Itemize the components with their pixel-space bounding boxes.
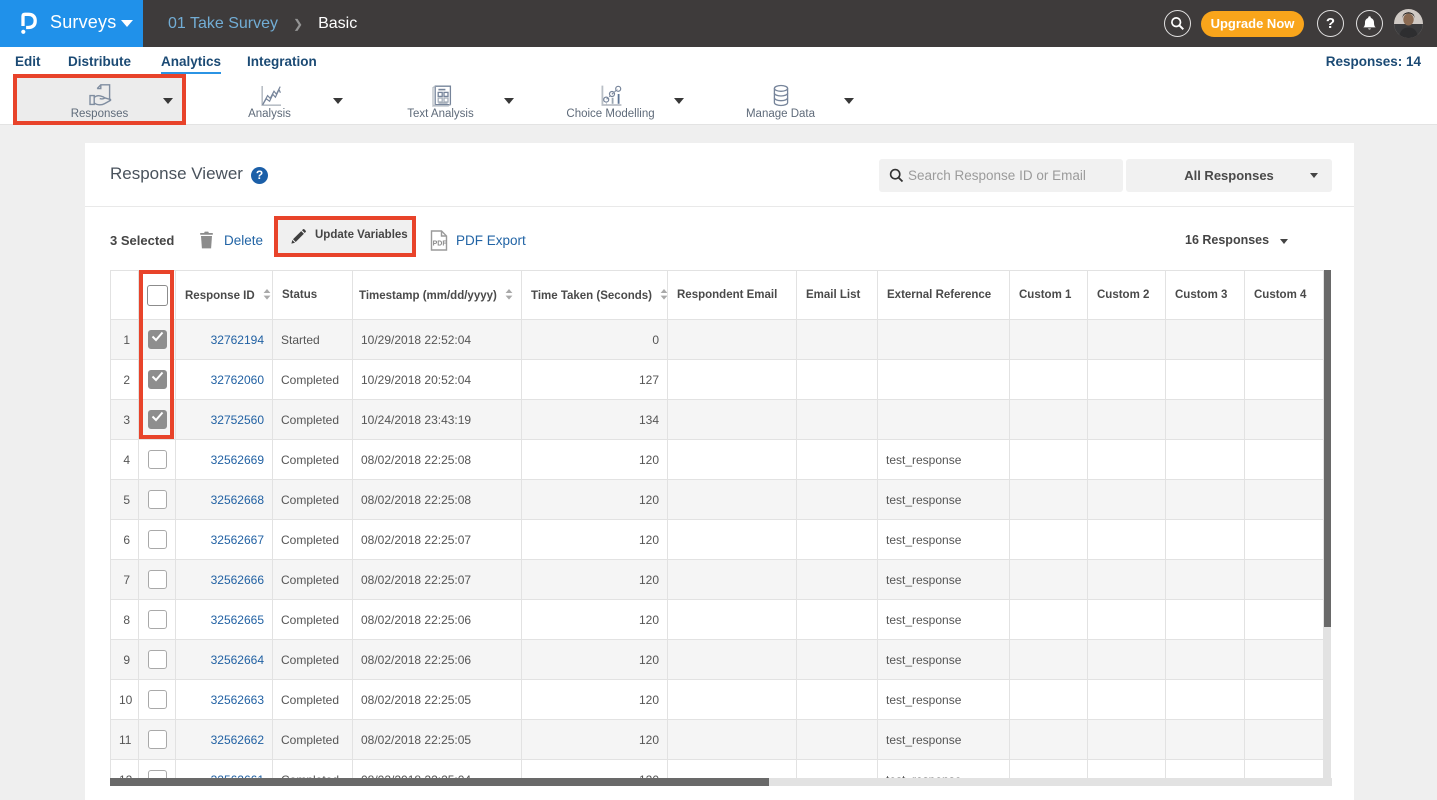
- svg-text:PDF: PDF: [433, 241, 448, 248]
